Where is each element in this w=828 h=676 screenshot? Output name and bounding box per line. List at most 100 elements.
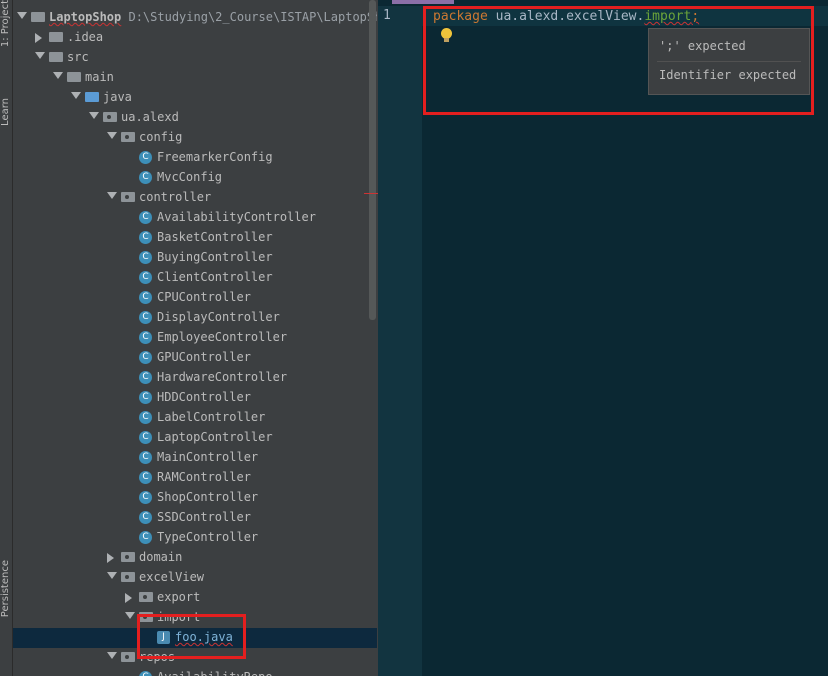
chevron-down-icon[interactable] <box>89 112 99 119</box>
tree-node-label: GPUController <box>157 350 251 364</box>
tree-node-hardwarecontroller[interactable]: C HardwareController <box>13 368 377 388</box>
code-editor[interactable]: 1 package ua.alexd.excelView.import; ';'… <box>378 0 828 676</box>
learn-tool-tab[interactable]: Learn <box>0 98 12 126</box>
tree-scrollbar[interactable] <box>369 0 376 320</box>
tree-node-label: excelView <box>139 570 205 584</box>
chevron-down-icon[interactable] <box>107 572 117 579</box>
class-icon: C <box>139 671 152 676</box>
tree-node-availabilitycontroller[interactable]: C AvailabilityController <box>13 208 377 228</box>
tree-node-ssdcontroller[interactable]: C SSDController <box>13 508 377 528</box>
tree-node-label: AvailabilityRepo <box>157 670 273 676</box>
code-line-1[interactable]: package ua.alexd.excelView.import; <box>433 9 699 24</box>
project-tool-tab[interactable]: 1: Project <box>0 0 12 47</box>
tree-node-employeecontroller[interactable]: C EmployeeController <box>13 328 377 348</box>
error-tooltip: ';' expected Identifier expected <box>648 28 810 95</box>
class-icon: C <box>139 271 152 284</box>
package-icon <box>103 112 117 122</box>
chevron-down-icon[interactable] <box>125 612 135 619</box>
package-icon <box>121 132 135 142</box>
tree-node-clientcontroller[interactable]: C ClientController <box>13 268 377 288</box>
tree-node-src[interactable]: src <box>13 48 377 68</box>
tree-node-label: EmployeeController <box>157 330 288 344</box>
tree-node-cpucontroller[interactable]: C CPUController <box>13 288 377 308</box>
tree-node-freemarkerconfig[interactable]: C FreemarkerConfig <box>13 148 377 168</box>
tree-node-label: main <box>85 70 114 84</box>
chevron-down-icon[interactable] <box>107 192 117 199</box>
folder-icon <box>85 92 99 102</box>
package-icon <box>121 552 135 562</box>
tree-node-label: BasketController <box>157 230 273 244</box>
chevron-right-icon[interactable] <box>107 553 114 563</box>
persistence-tool-tab[interactable]: Persistence <box>0 560 12 617</box>
tree-node-label: config <box>139 130 183 144</box>
package-icon <box>139 592 153 602</box>
tree-node-displaycontroller[interactable]: C DisplayController <box>13 308 377 328</box>
tree-node-shopcontroller[interactable]: C ShopController <box>13 488 377 508</box>
class-icon: C <box>139 431 152 444</box>
tree-node-config[interactable]: config <box>13 128 377 148</box>
folder-icon <box>67 72 81 82</box>
error-message-semicolon: ';' expected <box>659 39 746 53</box>
chevron-right-icon[interactable] <box>125 593 132 603</box>
class-icon: C <box>139 331 152 344</box>
project-tree[interactable]: LaptopShop D:\Studying\2_Course\ISTAP\La… <box>13 0 377 676</box>
tree-node-domain[interactable]: domain <box>13 548 377 568</box>
tree-node-main[interactable]: main <box>13 68 377 88</box>
folder-icon <box>49 52 63 62</box>
class-icon: C <box>139 411 152 424</box>
chevron-down-icon[interactable] <box>71 92 81 99</box>
tree-node-typecontroller[interactable]: C TypeController <box>13 528 377 548</box>
class-icon: C <box>139 391 152 404</box>
tree-node-java[interactable]: java <box>13 88 377 108</box>
tree-node-label: LabelController <box>157 410 266 424</box>
tree-node-ua-alexd[interactable]: ua.alexd <box>13 108 377 128</box>
class-icon: C <box>139 151 152 164</box>
tree-node-labelcontroller[interactable]: C LabelController <box>13 408 377 428</box>
class-icon: C <box>139 291 152 304</box>
tree-node-gpucontroller[interactable]: C GPUController <box>13 348 377 368</box>
chevron-right-icon[interactable] <box>35 33 42 43</box>
tree-node-label: BuyingController <box>157 250 273 264</box>
tree-node-excelview[interactable]: excelView <box>13 568 377 588</box>
tree-node-maincontroller[interactable]: C MainController <box>13 448 377 468</box>
tree-node-ramcontroller[interactable]: C RAMController <box>13 468 377 488</box>
tree-node-label: RAMController <box>157 470 251 484</box>
package-icon <box>139 612 153 622</box>
tree-node-foo-java[interactable]: Jfoo.java <box>13 628 377 648</box>
tree-node-label: SSDController <box>157 510 251 524</box>
tree-node-label: repos <box>139 650 176 664</box>
tree-node-import[interactable]: import <box>13 608 377 628</box>
tree-node-label: FreemarkerConfig <box>157 150 273 164</box>
tree-node-label: controller <box>139 190 212 204</box>
tree-node-export[interactable]: export <box>13 588 377 608</box>
class-icon: C <box>139 251 152 264</box>
tree-node-hddcontroller[interactable]: C HDDController <box>13 388 377 408</box>
chevron-down-icon[interactable] <box>35 52 45 59</box>
package-path: ua.alexd.excelView. <box>495 9 645 24</box>
lightbulb-icon[interactable] <box>441 28 452 42</box>
tree-node-mvcconfig[interactable]: C MvcConfig <box>13 168 377 188</box>
class-icon: C <box>139 491 152 504</box>
tree-node-laptopshop[interactable]: LaptopShop D:\Studying\2_Course\ISTAP\La… <box>13 8 377 28</box>
tree-node-controller[interactable]: controller <box>13 188 377 208</box>
class-icon: C <box>139 511 152 524</box>
class-icon: C <box>139 171 152 184</box>
active-tab-indicator[interactable] <box>392 0 454 4</box>
tree-node-basketcontroller[interactable]: C BasketController <box>13 228 377 248</box>
tree-node-label: HardwareController <box>157 370 288 384</box>
chevron-down-icon[interactable] <box>17 12 27 19</box>
tree-node-buyingcontroller[interactable]: C BuyingController <box>13 248 377 268</box>
package-keyword: package <box>433 9 488 24</box>
tree-node-laptopcontroller[interactable]: C LaptopController <box>13 428 377 448</box>
tree-node-repos[interactable]: repos <box>13 648 377 668</box>
chevron-down-icon[interactable] <box>107 132 117 139</box>
chevron-down-icon[interactable] <box>107 652 117 659</box>
tree-node-label: LaptopShop D:\Studying\2_Course\ISTAP\La… <box>49 10 377 24</box>
tree-node-label: TypeController <box>157 530 259 544</box>
tree-node-label: MvcConfig <box>157 170 223 184</box>
tree-node--idea[interactable]: .idea <box>13 28 377 48</box>
chevron-down-icon[interactable] <box>53 72 63 79</box>
editor-gutter <box>378 0 422 676</box>
error-token: import <box>644 9 692 24</box>
tree-node-availabilityrepo[interactable]: C AvailabilityRepo <box>13 668 377 676</box>
